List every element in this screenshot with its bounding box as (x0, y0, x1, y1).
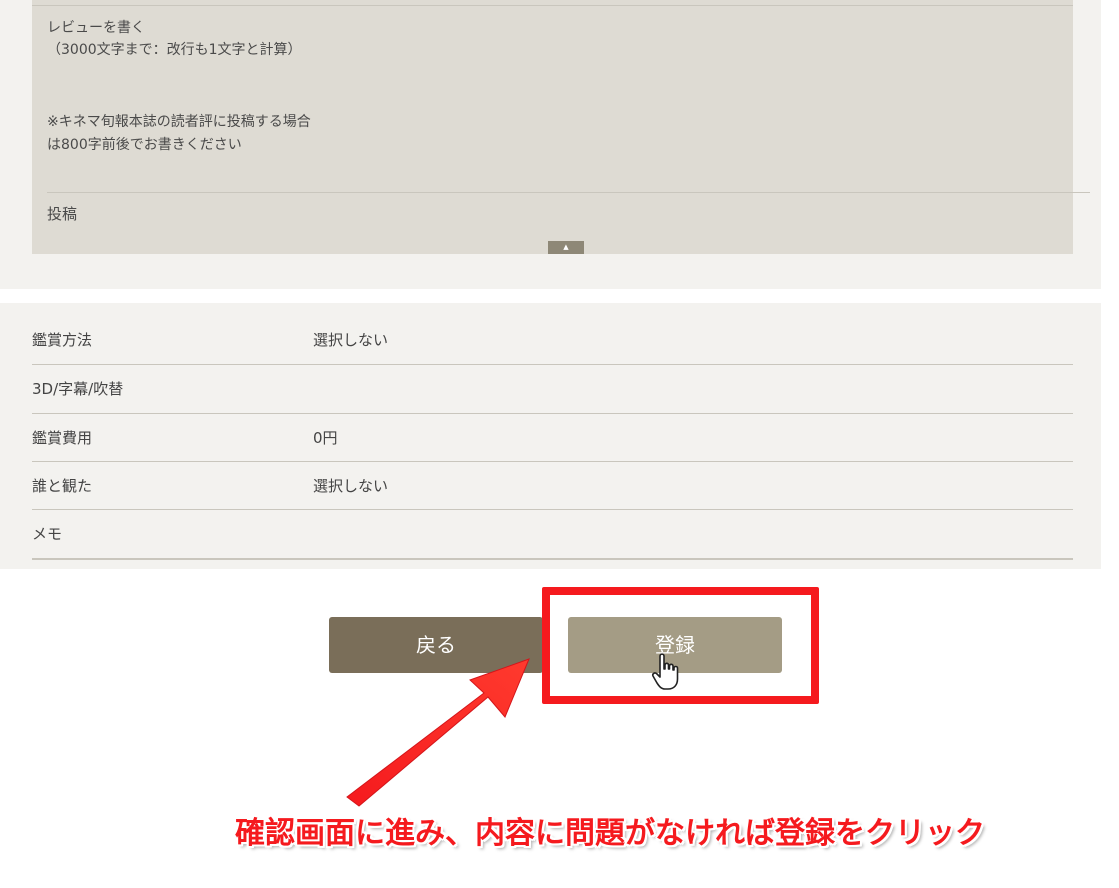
detail-row-memo: メモ (32, 510, 1073, 560)
detail-label: メモ (32, 525, 63, 543)
detail-label: 鑑賞費用 (32, 429, 93, 447)
detail-label: 誰と観た (32, 477, 93, 495)
detail-value[interactable]: 選択しない (313, 329, 388, 350)
divider (47, 192, 1090, 193)
detail-row-3d: 3D/字幕/吹替 (32, 365, 1073, 414)
viewing-details: 鑑賞方法 選択しない 3D/字幕/吹替 鑑賞費用 0円 誰と観た 選択しない メ… (0, 303, 1101, 569)
register-button[interactable]: 登録 (568, 617, 782, 673)
detail-row-companion: 誰と観た 選択しない (32, 462, 1073, 510)
detail-value[interactable]: 選択しない (313, 475, 388, 496)
detail-row-cost: 鑑賞費用 0円 (32, 414, 1073, 462)
review-label: レビューを書く （3000文字まで：改行も1文字と計算） (47, 20, 302, 58)
review-section: レビューを書く （3000文字まで：改行も1文字と計算） ※キネマ旬報本誌の読者… (0, 0, 1101, 289)
review-form: レビューを書く （3000文字まで：改行も1文字と計算） ※キネマ旬報本誌の読者… (32, 0, 1090, 254)
divider (32, 5, 1073, 6)
detail-label: 鑑賞方法 (32, 331, 93, 349)
detail-row-method: 鑑賞方法 選択しない (32, 303, 1073, 365)
annotation-caption: 確認画面に進み、内容に問題がなければ登録をクリック (235, 816, 985, 851)
post-label: 投稿 (47, 205, 78, 223)
detail-label: 3D/字幕/吹替 (32, 380, 124, 398)
collapse-up-icon[interactable]: ▲ (548, 241, 584, 254)
back-button[interactable]: 戻る (329, 617, 543, 673)
detail-value[interactable]: 0円 (313, 427, 338, 448)
review-note: ※キネマ旬報本誌の読者評に投稿する場合は800字前後でお書きください (47, 114, 311, 153)
